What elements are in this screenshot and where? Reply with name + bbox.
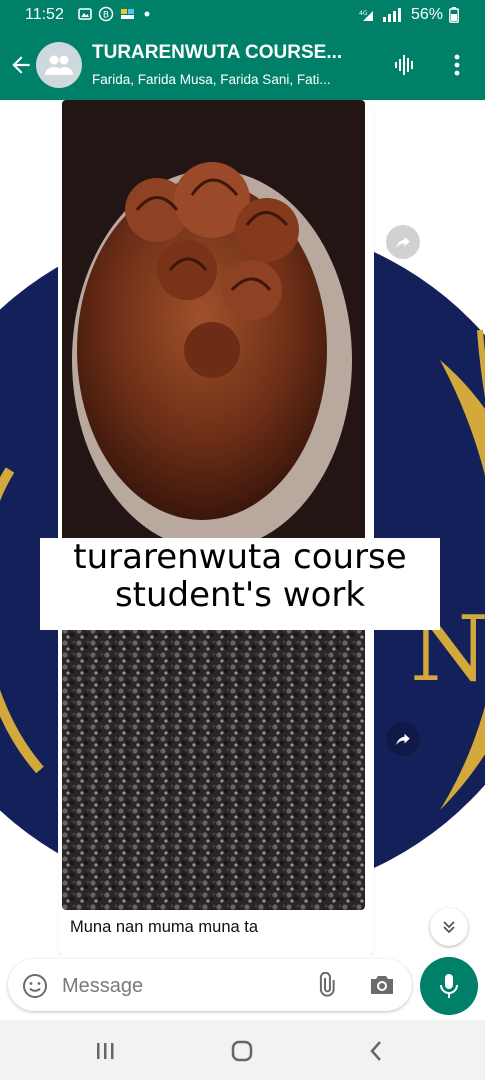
- battery-percent: 56%: [410, 6, 443, 23]
- image-caption-overlay: turarenwuta course student's work: [40, 538, 440, 630]
- wifi-icon: 4G: [359, 10, 373, 21]
- gallery-icon: [78, 8, 92, 20]
- app-icon: [121, 9, 134, 19]
- message-field[interactable]: [8, 959, 412, 1011]
- mic-button[interactable]: [420, 957, 478, 1015]
- group-avatar-icon[interactable]: [36, 42, 82, 88]
- svg-text:B: B: [103, 11, 109, 21]
- status-time: 11:52: [25, 6, 64, 23]
- emoji-icon[interactable]: [22, 973, 48, 999]
- caption-line-1: turarenwuta course: [73, 537, 407, 577]
- image-message-bubble[interactable]: Muna nan muma muna ta: [58, 100, 374, 955]
- forward-button[interactable]: [386, 225, 420, 259]
- back-arrow-icon[interactable]: [8, 52, 34, 78]
- home-icon[interactable]: [227, 1036, 257, 1066]
- attach-icon[interactable]: [312, 972, 338, 998]
- system-nav-bar: [0, 1020, 485, 1080]
- more-vert-icon[interactable]: [446, 52, 468, 78]
- forward-button-2[interactable]: [386, 722, 420, 756]
- message-photo[interactable]: [62, 100, 365, 910]
- forward-icon: [396, 236, 410, 248]
- message-input[interactable]: [60, 971, 294, 1001]
- status-bar: 11:52 B 4G 56%: [0, 0, 485, 32]
- camera-icon[interactable]: [368, 972, 396, 998]
- double-chevron-down-icon: [443, 921, 455, 934]
- message-text: Muna nan muma muna ta: [70, 918, 259, 936]
- network-label: 4G: [359, 10, 368, 17]
- signal-icon: [382, 8, 401, 22]
- scroll-to-bottom-button[interactable]: [430, 908, 468, 946]
- dot-icon: [144, 11, 150, 17]
- forward-icon: [396, 733, 410, 745]
- audio-call-icon[interactable]: [392, 52, 418, 78]
- back-icon[interactable]: [362, 1036, 392, 1066]
- mic-icon: [440, 974, 458, 998]
- battery-icon: [449, 7, 459, 23]
- chat-area[interactable]: N Muna nan muma muna ta turarenwuta cour…: [0, 100, 485, 955]
- chat-header: TURARENWUTA COURSE... Farida, Farida Mus…: [0, 32, 485, 100]
- b-icon: B: [98, 6, 114, 22]
- caption-line-2: student's work: [114, 575, 366, 615]
- group-title[interactable]: TURARENWUTA COURSE...: [92, 42, 372, 64]
- message-composer: [0, 955, 485, 1020]
- recents-icon[interactable]: [90, 1036, 120, 1066]
- group-members[interactable]: Farida, Farida Musa, Farida Sani, Fati..…: [92, 72, 382, 87]
